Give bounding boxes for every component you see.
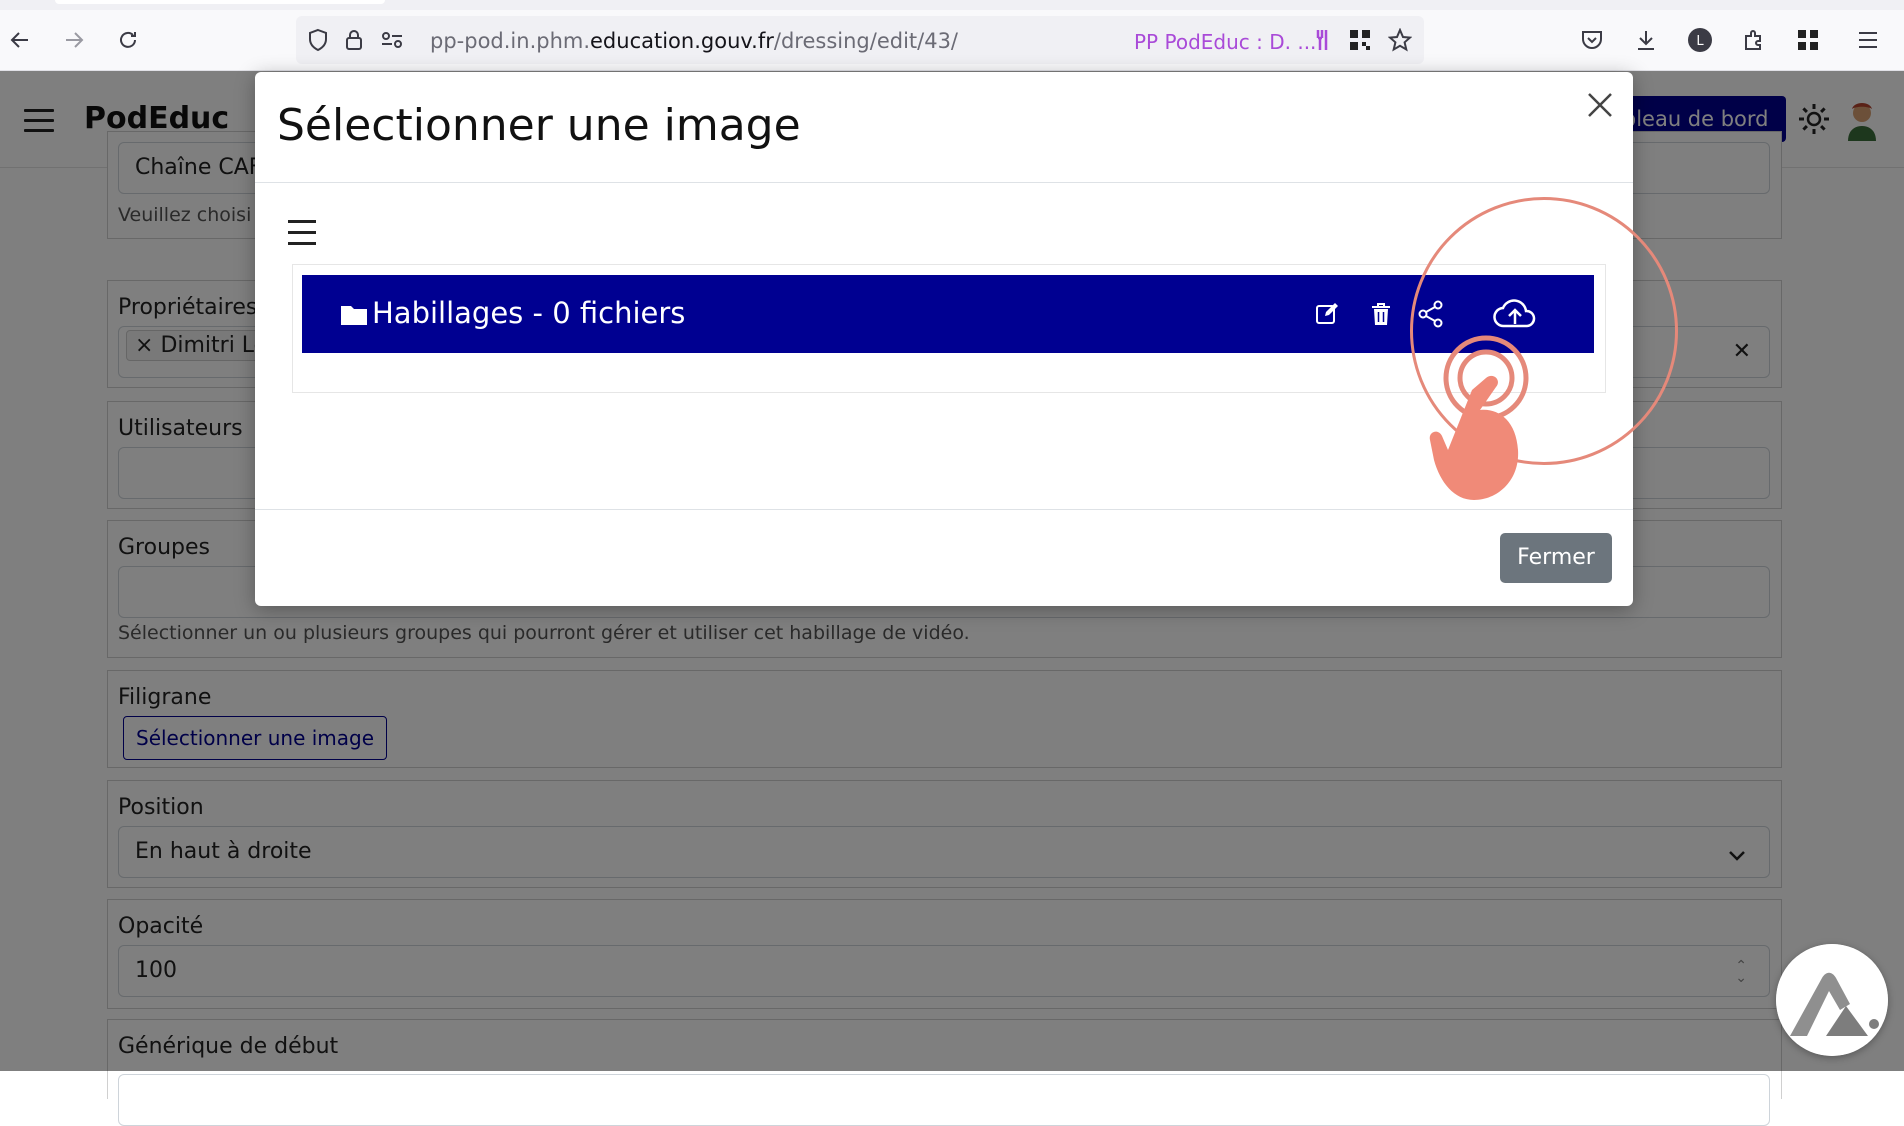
download-icon[interactable] <box>1630 24 1662 56</box>
qr-code-icon[interactable] <box>1344 24 1376 56</box>
back-icon[interactable] <box>4 24 36 56</box>
folder-list: Habillages - 0 fichiers <box>292 264 1606 393</box>
folder-icon <box>341 306 367 325</box>
modal-header: Sélectionner une image <box>255 72 1633 183</box>
edit-icon[interactable] <box>1312 299 1342 329</box>
url-domain: education.gouv.fr <box>590 29 774 53</box>
apps-grid-icon[interactable] <box>1792 24 1824 56</box>
modal-footer: Fermer <box>255 509 1633 607</box>
trash-icon[interactable] <box>1366 299 1396 329</box>
svg-text:L: L <box>1696 34 1704 49</box>
address-bar[interactable]: pp-pod.in.phm.education.gouv.fr/dressing… <box>296 16 1424 64</box>
active-tab[interactable] <box>55 0 385 4</box>
tutorial-brand-logo <box>1776 944 1888 1056</box>
forward-icon[interactable] <box>58 24 90 56</box>
close-button[interactable]: Fermer <box>1500 533 1612 583</box>
close-icon[interactable] <box>1585 90 1615 120</box>
url-text: pp-pod.in.phm.education.gouv.fr/dressing… <box>430 29 958 53</box>
extension-fork-icon[interactable] <box>1308 24 1340 56</box>
folder-name: Habillages - 0 fichiers <box>372 296 686 330</box>
folder-row[interactable]: Habillages - 0 fichiers <box>302 275 1594 353</box>
url-path: /dressing/edit/43/ <box>773 29 959 53</box>
extensions-icon[interactable] <box>1738 24 1770 56</box>
reload-icon[interactable] <box>112 24 144 56</box>
pointer-hand-icon <box>1429 335 1529 500</box>
pocket-icon[interactable] <box>1576 24 1608 56</box>
account-icon[interactable]: L <box>1684 24 1716 56</box>
opening-credits-select[interactable] <box>118 1074 1770 1126</box>
tab-strip <box>0 0 1904 10</box>
permissions-icon[interactable] <box>376 24 408 56</box>
lock-icon[interactable] <box>338 24 370 56</box>
browser-toolbar: pp-pod.in.phm.education.gouv.fr/dressing… <box>0 10 1904 71</box>
url-prefix: pp-pod.in.phm. <box>430 29 591 53</box>
shield-icon[interactable] <box>302 24 334 56</box>
file-menu-icon[interactable] <box>288 220 316 253</box>
site-title: PP PodEduc : D. ... <box>1134 30 1317 54</box>
bookmark-star-icon[interactable] <box>1384 24 1416 56</box>
modal-title: Sélectionner une image <box>277 100 801 151</box>
browser-menu-icon[interactable] <box>1852 24 1884 56</box>
